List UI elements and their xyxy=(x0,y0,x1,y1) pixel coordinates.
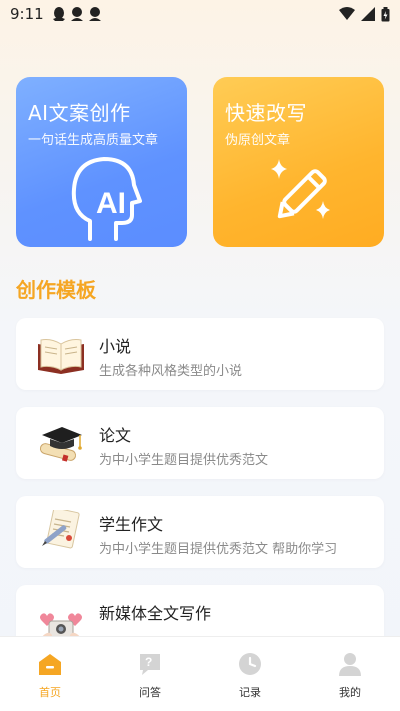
template-name: 小说 xyxy=(99,337,132,356)
status-bar: 9:11 xyxy=(0,0,400,28)
open-book-icon xyxy=(38,339,84,374)
signal-icon xyxy=(361,7,375,21)
tab-label: 我的 xyxy=(339,686,361,699)
template-student-essay[interactable]: 学生作文 为中小学生题目提供优秀范文 帮助你学习 xyxy=(16,496,384,568)
section-title: 创作模板 xyxy=(16,278,96,302)
chat-icon: ? xyxy=(140,654,160,675)
svg-text:?: ? xyxy=(145,655,152,669)
ai-copywriting-title: AI文案创作 xyxy=(28,101,131,125)
user-icon xyxy=(339,653,361,676)
clock-icon xyxy=(239,653,261,675)
qq-penguin-icon xyxy=(52,7,65,21)
tab-label: 首页 xyxy=(39,686,61,699)
document-pen-icon xyxy=(42,510,80,549)
template-name: 新媒体全文写作 xyxy=(99,604,212,623)
svg-text:AI: AI xyxy=(96,187,126,220)
ai-copywriting-card[interactable]: AI文案创作 一句话生成高质量文章 AI xyxy=(16,77,187,247)
template-novel[interactable]: 小说 生成各种风格类型的小说 xyxy=(16,318,384,390)
template-name: 论文 xyxy=(99,426,132,445)
home-icon xyxy=(39,654,61,675)
quick-rewrite-subtitle: 伪原创文章 xyxy=(225,133,291,148)
tab-label: 记录 xyxy=(239,686,261,699)
tab-qa[interactable]: ? 问答 xyxy=(100,637,200,711)
template-desc: 为中小学生题目提供优秀范文 帮助你学习 xyxy=(99,542,338,557)
notification-user-icon xyxy=(70,7,83,21)
ai-head-icon: AI xyxy=(71,157,142,241)
tab-mine[interactable]: 我的 xyxy=(300,637,400,711)
magic-pen-icon xyxy=(271,159,330,219)
tab-label: 问答 xyxy=(139,686,161,699)
status-time: 9:11 xyxy=(10,5,44,23)
tab-home[interactable]: 首页 xyxy=(0,637,100,711)
template-thesis[interactable]: 论文 为中小学生题目提供优秀范文 xyxy=(16,407,384,479)
bottom-tab-bar: 首页 ? 问答 记录 我的 xyxy=(0,636,400,711)
quick-rewrite-title: 快速改写 xyxy=(225,101,307,125)
notification-user-icon xyxy=(88,7,101,21)
notification-icons xyxy=(52,6,102,22)
battery-icon xyxy=(381,6,390,21)
wifi-icon xyxy=(339,7,355,20)
ai-copywriting-subtitle: 一句话生成高质量文章 xyxy=(28,133,159,148)
quick-rewrite-card[interactable]: 快速改写 伪原创文章 xyxy=(213,77,384,247)
tab-records[interactable]: 记录 xyxy=(200,637,300,711)
graduation-cap-icon xyxy=(39,427,82,462)
template-desc: 为中小学生题目提供优秀范文 xyxy=(99,453,269,468)
template-desc: 生成各种风格类型的小说 xyxy=(99,364,243,379)
template-name: 学生作文 xyxy=(99,515,164,534)
